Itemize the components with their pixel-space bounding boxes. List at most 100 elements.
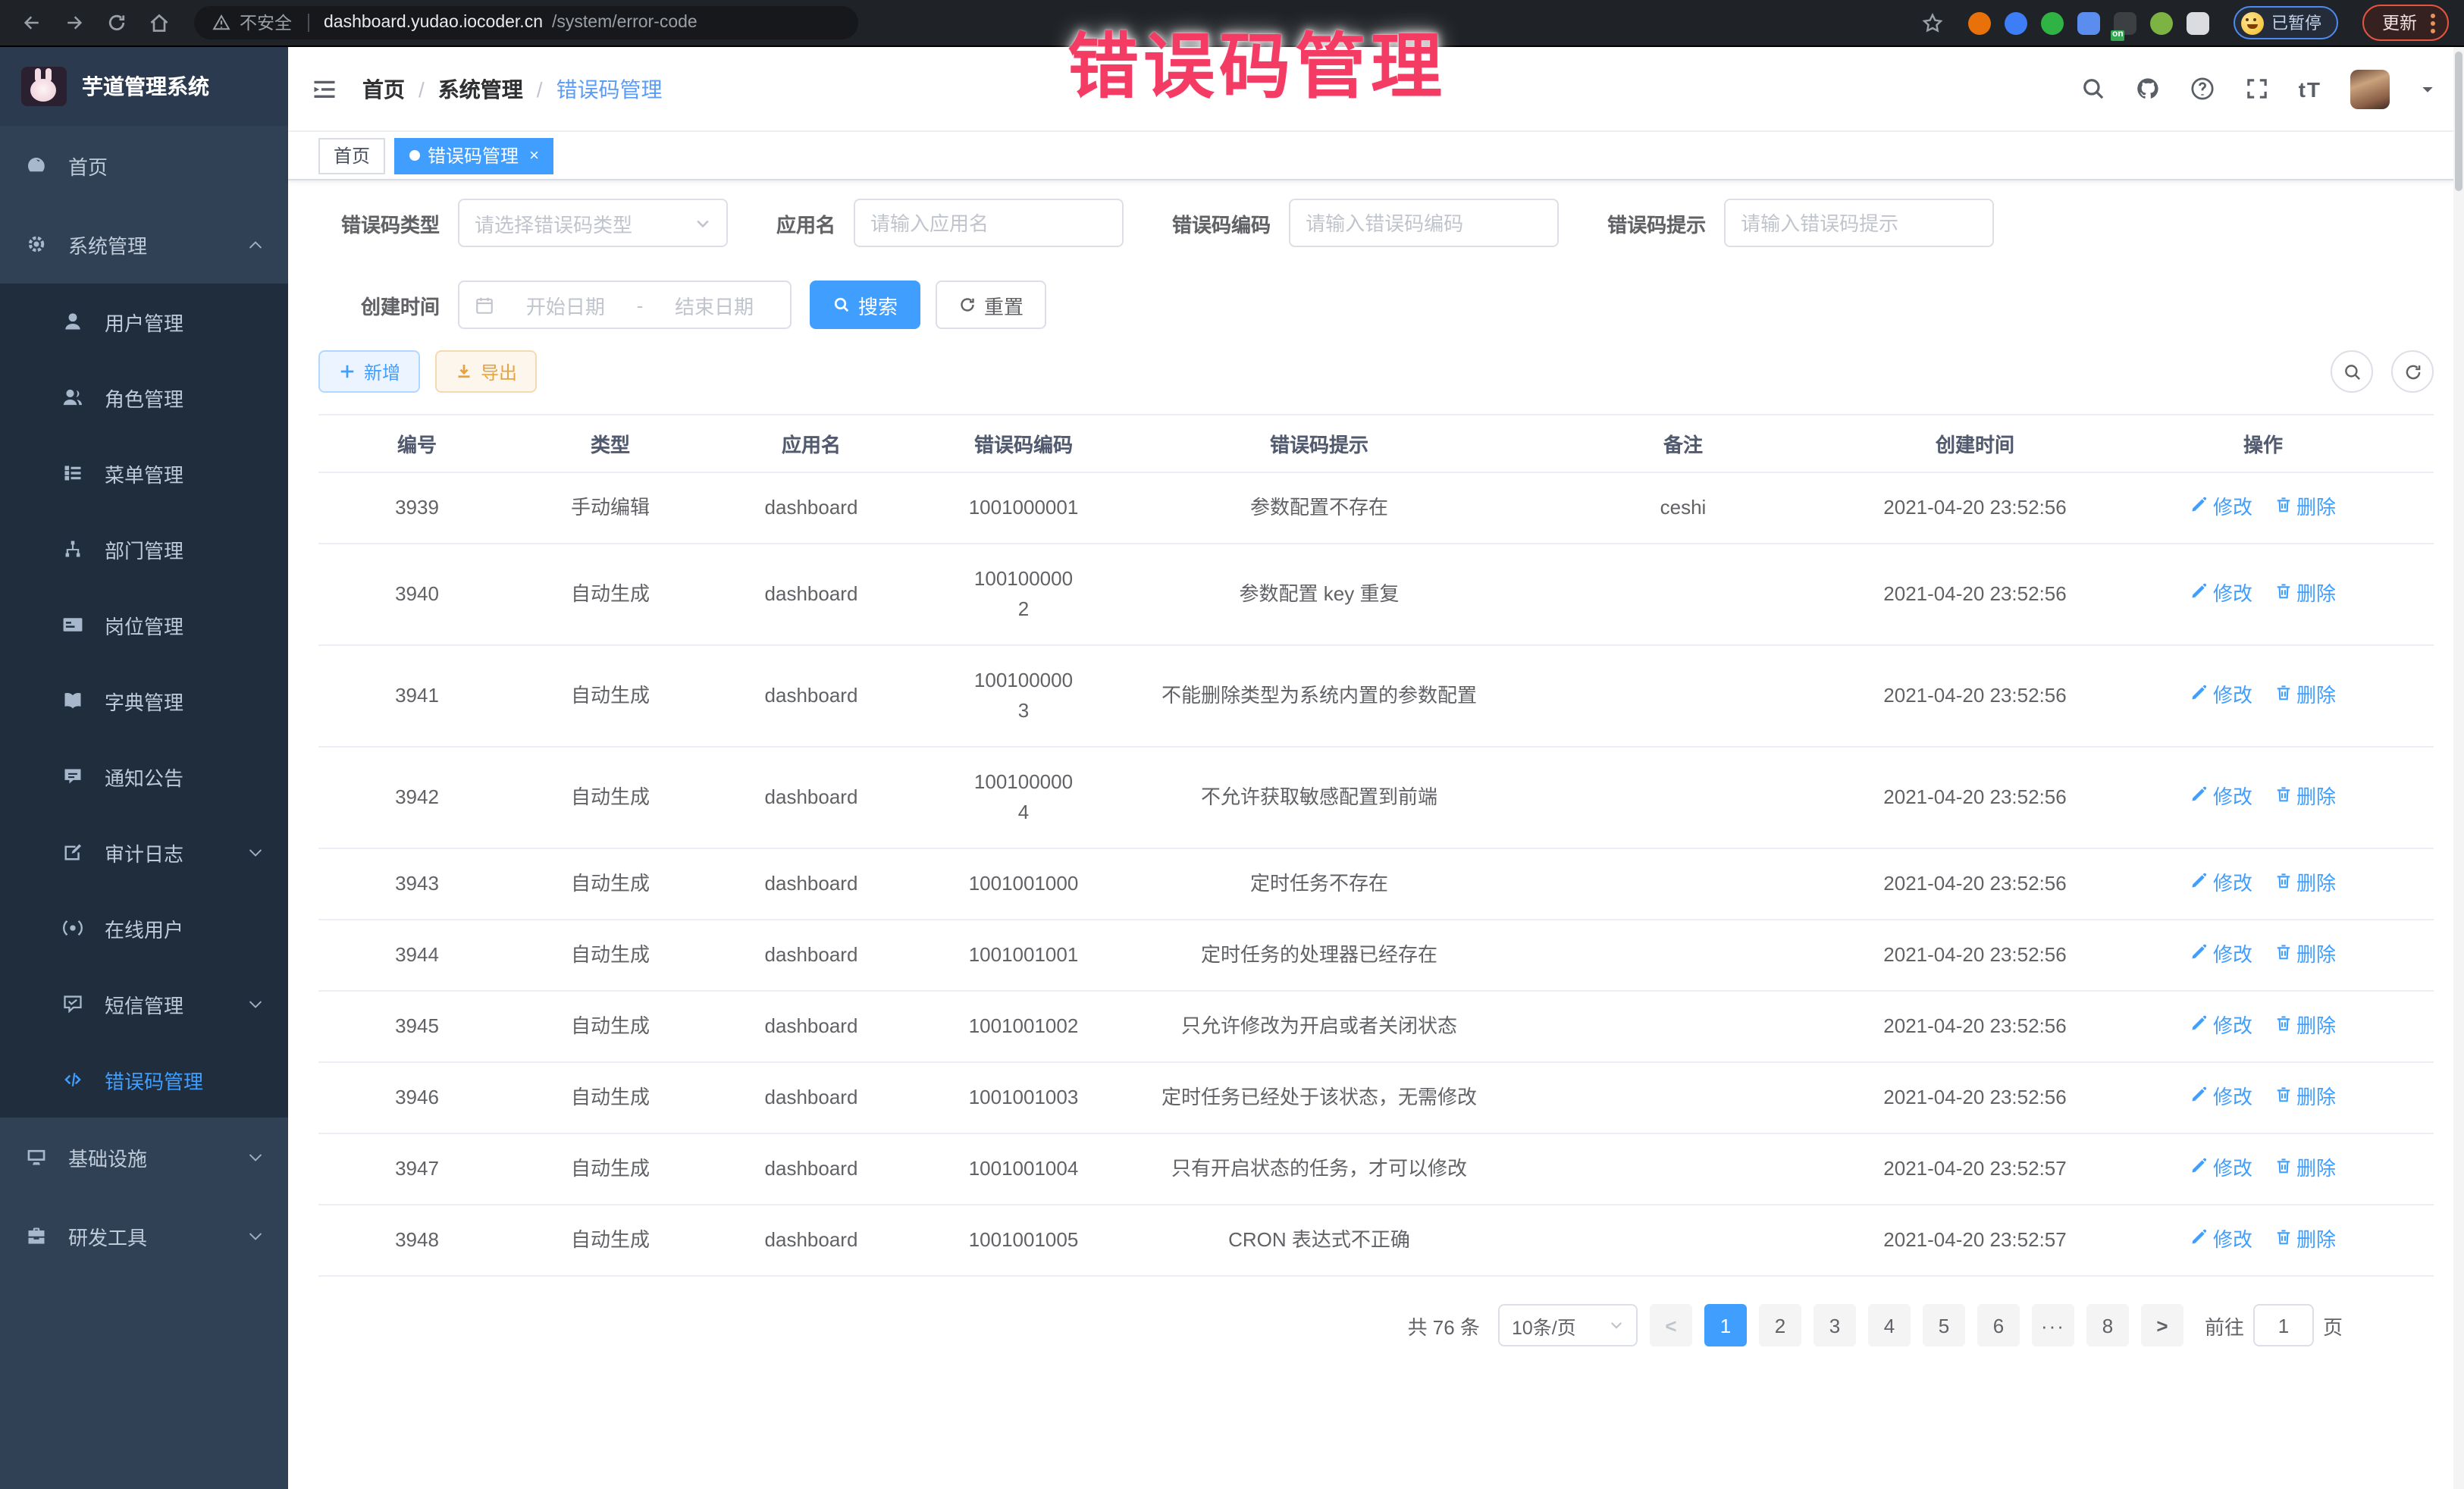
- edit-link[interactable]: 修改: [2190, 1083, 2252, 1113]
- sidebar-item-infra[interactable]: 基础设施: [0, 1118, 288, 1196]
- trash-icon: [2274, 1225, 2292, 1255]
- refresh-icon: [2403, 362, 2422, 381]
- address-bar[interactable]: 不安全 dashboard.yudao.iocoder.cn/system/er…: [194, 6, 858, 39]
- help-icon[interactable]: [2190, 76, 2215, 102]
- breadcrumb-item[interactable]: 首页: [362, 74, 405, 104]
- paused-extension-badge[interactable]: 已暂停: [2234, 6, 2338, 39]
- sidebar-item-notice[interactable]: 通知公告: [0, 738, 288, 814]
- edit-link[interactable]: 修改: [2190, 782, 2252, 813]
- sidebar-item-user[interactable]: 用户管理: [0, 284, 288, 359]
- reset-button[interactable]: 重置: [936, 281, 1046, 329]
- cell-app-name: dashboard: [705, 848, 917, 920]
- delete-link[interactable]: 删除: [2274, 493, 2336, 523]
- sidebar-item-post[interactable]: 岗位管理: [0, 587, 288, 663]
- cell-app-name: dashboard: [705, 544, 917, 645]
- delete-link[interactable]: 删除: [2274, 579, 2336, 610]
- page-button-8[interactable]: 8: [2086, 1304, 2129, 1346]
- tab-错误码管理[interactable]: 错误码管理×: [394, 137, 554, 174]
- delete-link[interactable]: 删除: [2274, 1011, 2336, 1042]
- error-type-select[interactable]: 请选择错误码类型: [458, 199, 728, 247]
- sidebar-item-dict[interactable]: 字典管理: [0, 663, 288, 738]
- edit-link[interactable]: 修改: [2190, 681, 2252, 711]
- page-button-3[interactable]: 3: [1814, 1304, 1856, 1346]
- page-button-2[interactable]: 2: [1759, 1304, 1801, 1346]
- delete-link[interactable]: 删除: [2274, 681, 2336, 711]
- page-scrollbar[interactable]: [2453, 47, 2464, 1489]
- scrollbar-thumb[interactable]: [2455, 52, 2462, 191]
- page-button-5[interactable]: 5: [1923, 1304, 1965, 1346]
- delete-link[interactable]: 删除: [2274, 869, 2336, 899]
- chevron-down-icon[interactable]: [2419, 80, 2437, 98]
- sidebar-item-online-user[interactable]: 在线用户: [0, 890, 288, 966]
- prev-page-button[interactable]: <: [1650, 1304, 1692, 1346]
- sidebar-item-dev-tool[interactable]: 研发工具: [0, 1196, 288, 1275]
- sidebar-item-label: 部门管理: [105, 534, 264, 563]
- delete-link[interactable]: 删除: [2274, 782, 2336, 813]
- extension-blue-gem-icon[interactable]: [2005, 11, 2027, 34]
- browser-update-button[interactable]: 更新: [2362, 5, 2449, 41]
- sidebar-item-dept[interactable]: 部门管理: [0, 511, 288, 587]
- browser-forward-icon[interactable]: [58, 6, 91, 39]
- font-size-icon[interactable]: tT: [2299, 77, 2321, 101]
- edit-link[interactable]: 修改: [2190, 1011, 2252, 1042]
- page-button-4[interactable]: 4: [1868, 1304, 1911, 1346]
- cell-create-time: 2021-04-20 23:52:56: [1857, 991, 2093, 1062]
- error-msg-input[interactable]: [1741, 212, 1977, 234]
- avatar[interactable]: [2350, 69, 2390, 108]
- date-range-picker[interactable]: 开始日期 - 结束日期: [458, 281, 792, 329]
- cell-type: 自动生成: [516, 848, 705, 920]
- column-header: 错误码提示: [1130, 415, 1509, 472]
- tab-首页[interactable]: 首页: [318, 137, 385, 174]
- github-icon[interactable]: [2135, 76, 2161, 102]
- delete-link[interactable]: 删除: [2274, 1154, 2336, 1184]
- goto-page-input[interactable]: [2253, 1304, 2314, 1346]
- bookmark-star-icon[interactable]: [1921, 11, 1944, 34]
- extension-puzzle-icon[interactable]: [2187, 11, 2209, 34]
- sidebar-item-home[interactable]: 首页: [0, 126, 288, 205]
- extension-green-check-icon[interactable]: [2041, 11, 2064, 34]
- sidebar-item-system[interactable]: 系统管理: [0, 205, 288, 284]
- edit-link[interactable]: 修改: [2190, 869, 2252, 899]
- extension-orange-ring-icon[interactable]: [1968, 11, 1991, 34]
- page-size-select[interactable]: 10条/页: [1498, 1304, 1638, 1346]
- next-page-button[interactable]: >: [2141, 1304, 2183, 1346]
- extension-blue-grid-icon[interactable]: [2077, 11, 2100, 34]
- sidebar-item-error-code[interactable]: 错误码管理: [0, 1042, 288, 1118]
- sidebar-item-sms[interactable]: 短信管理: [0, 966, 288, 1042]
- breadcrumb-item[interactable]: 系统管理: [438, 74, 523, 104]
- refresh-table-button[interactable]: [2391, 350, 2434, 393]
- delete-link[interactable]: 删除: [2274, 1225, 2336, 1255]
- show-search-toggle-button[interactable]: [2331, 350, 2373, 393]
- delete-link[interactable]: 删除: [2274, 1083, 2336, 1113]
- browser-back-icon[interactable]: [15, 6, 49, 39]
- code-icon: [61, 1069, 83, 1090]
- page-button-6[interactable]: 6: [1977, 1304, 2020, 1346]
- close-icon[interactable]: ×: [529, 146, 539, 165]
- browser-reload-icon[interactable]: [100, 6, 133, 39]
- browser-home-icon[interactable]: [143, 6, 176, 39]
- edit-link[interactable]: 修改: [2190, 579, 2252, 610]
- edit-link[interactable]: 修改: [2190, 1225, 2252, 1255]
- search-icon[interactable]: [2080, 76, 2106, 102]
- sidebar-item-audit-log[interactable]: 审计日志: [0, 814, 288, 890]
- page-ellipsis-button[interactable]: ···: [2032, 1304, 2074, 1346]
- search-button[interactable]: 搜索: [810, 281, 920, 329]
- cell-id: 3939: [318, 472, 516, 544]
- edit-link[interactable]: 修改: [2190, 1154, 2252, 1184]
- extension-green-spy-icon[interactable]: [2150, 11, 2173, 34]
- fullscreen-icon[interactable]: [2244, 76, 2270, 102]
- edit-link[interactable]: 修改: [2190, 940, 2252, 970]
- page-button-1[interactable]: 1: [1704, 1304, 1747, 1346]
- sidebar-item-role[interactable]: 角色管理: [0, 359, 288, 435]
- extension-list-on-icon[interactable]: on: [2114, 11, 2136, 34]
- edit-link[interactable]: 修改: [2190, 493, 2252, 523]
- export-button[interactable]: 导出: [435, 350, 537, 393]
- browser-menu-kebab-icon[interactable]: [2428, 10, 2438, 36]
- hamburger-icon[interactable]: [311, 75, 338, 102]
- app-name-input[interactable]: [870, 212, 1107, 234]
- add-button[interactable]: 新增: [318, 350, 420, 393]
- sidebar-item-menu[interactable]: 菜单管理: [0, 435, 288, 511]
- error-code-input[interactable]: [1306, 212, 1542, 234]
- app-title: 芋道管理系统: [82, 71, 209, 102]
- delete-link[interactable]: 删除: [2274, 940, 2336, 970]
